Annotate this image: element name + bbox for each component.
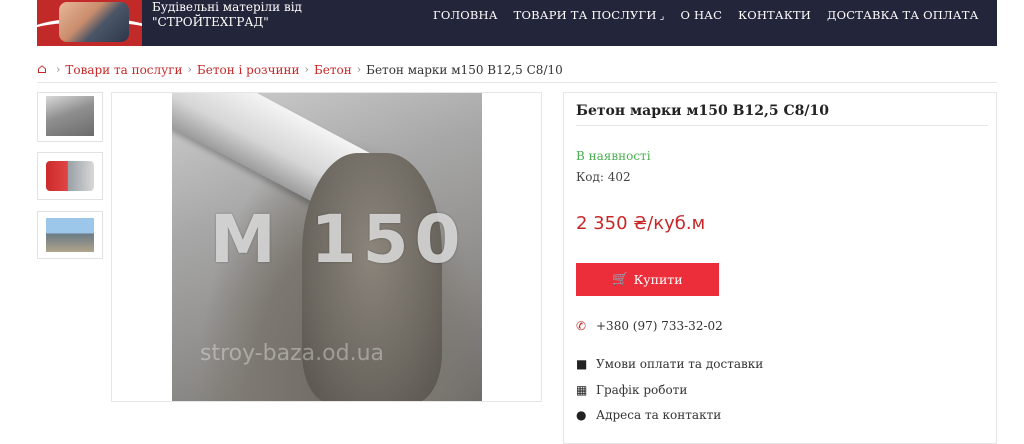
image-watermark: stroy-baza.od.ua bbox=[200, 341, 384, 366]
product-main-image[interactable]: М 150 stroy-baza.od.ua bbox=[172, 93, 482, 401]
brand-line-1: Будівельні матеріли від bbox=[152, 0, 302, 14]
nav-home[interactable]: ГОЛОВНА bbox=[425, 8, 506, 24]
breadcrumb-current: Бетон марки м150 В12,5 С8/10 bbox=[366, 62, 563, 77]
main-nav: ГОЛОВНА ТОВАРИ ТА ПОСЛУГИ ⌟ О НАС КОНТАКТ… bbox=[425, 8, 986, 24]
thumbnail-image bbox=[46, 161, 94, 191]
divider bbox=[576, 125, 988, 126]
product-code: Код: 402 bbox=[576, 170, 631, 184]
payment-delivery-label: Умови оплати та доставки bbox=[596, 357, 764, 371]
phone-icon: ✆ bbox=[576, 319, 587, 333]
image-overlay-text: М 150 bbox=[210, 201, 467, 278]
main-image-frame: М 150 stroy-baza.od.ua bbox=[111, 92, 542, 402]
thumbnail-3[interactable] bbox=[37, 211, 103, 259]
breadcrumb-separator: › bbox=[304, 63, 309, 76]
nav-about[interactable]: О НАС bbox=[672, 8, 730, 24]
schedule-link[interactable]: ▦ Графік роботи bbox=[576, 383, 687, 397]
buy-button-label: Купити bbox=[633, 272, 683, 287]
nav-products[interactable]: ТОВАРИ ТА ПОСЛУГИ ⌟ bbox=[506, 8, 673, 24]
product-price: 2 350 ₴/куб.м bbox=[576, 213, 706, 234]
thumbnail-1[interactable] bbox=[37, 92, 103, 142]
nav-delivery[interactable]: ДОСТАВКА ТА ОПЛАТА bbox=[819, 8, 986, 24]
caret-down-icon: ⌟ bbox=[659, 11, 665, 22]
stock-status: В наявності bbox=[576, 149, 651, 163]
divider bbox=[37, 82, 997, 83]
breadcrumb-products[interactable]: Товари та послуги bbox=[65, 63, 182, 77]
buy-button[interactable]: 🛒 Купити bbox=[576, 263, 719, 296]
address-link[interactable]: ● Адреса та контакти bbox=[576, 408, 721, 422]
address-label: Адреса та контакти bbox=[596, 408, 722, 422]
cart-icon: 🛒 bbox=[612, 272, 629, 287]
logo[interactable] bbox=[37, 0, 142, 46]
phone-number: +380 (97) 733-32-02 bbox=[596, 319, 723, 333]
site-header: Будівельні матеріли від "СТРОЙТЕХГРАД" Г… bbox=[37, 0, 997, 46]
thumbnail-2[interactable] bbox=[37, 152, 103, 200]
user-icon: ● bbox=[576, 408, 587, 422]
briefcase-icon: ■ bbox=[576, 357, 588, 371]
calendar-icon: ▦ bbox=[576, 383, 588, 397]
product-title: Бетон марки м150 В12,5 С8/10 bbox=[576, 103, 829, 119]
breadcrumb: ⌂ › Товари та послуги › Бетон і розчини … bbox=[37, 62, 563, 77]
breadcrumb-separator: › bbox=[187, 63, 192, 76]
brand-line-2: "СТРОЙТЕХГРАД" bbox=[152, 15, 269, 29]
schedule-label: Графік роботи bbox=[596, 383, 688, 397]
nav-contacts[interactable]: КОНТАКТИ bbox=[730, 8, 819, 24]
home-icon[interactable]: ⌂ bbox=[37, 62, 47, 77]
breadcrumb-concrete[interactable]: Бетон bbox=[314, 63, 352, 77]
thumbnail-image bbox=[46, 96, 94, 136]
breadcrumb-separator: › bbox=[356, 63, 362, 76]
product-info-panel: Бетон марки м150 В12,5 С8/10 В наявності… bbox=[563, 92, 997, 444]
handshake-image bbox=[59, 2, 129, 42]
payment-delivery-link[interactable]: ■ Умови оплати та доставки bbox=[576, 357, 763, 371]
nav-products-label: ТОВАРИ ТА ПОСЛУГИ bbox=[513, 8, 657, 22]
breadcrumb-concrete-mortar[interactable]: Бетон і розчини bbox=[197, 63, 300, 77]
phone-row[interactable]: ✆ +380 (97) 733-32-02 bbox=[576, 319, 723, 333]
brand-text: Будівельні матеріли від "СТРОЙТЕХГРАД" bbox=[152, 0, 322, 30]
thumbnail-image bbox=[46, 218, 94, 252]
breadcrumb-separator: › bbox=[55, 63, 61, 76]
